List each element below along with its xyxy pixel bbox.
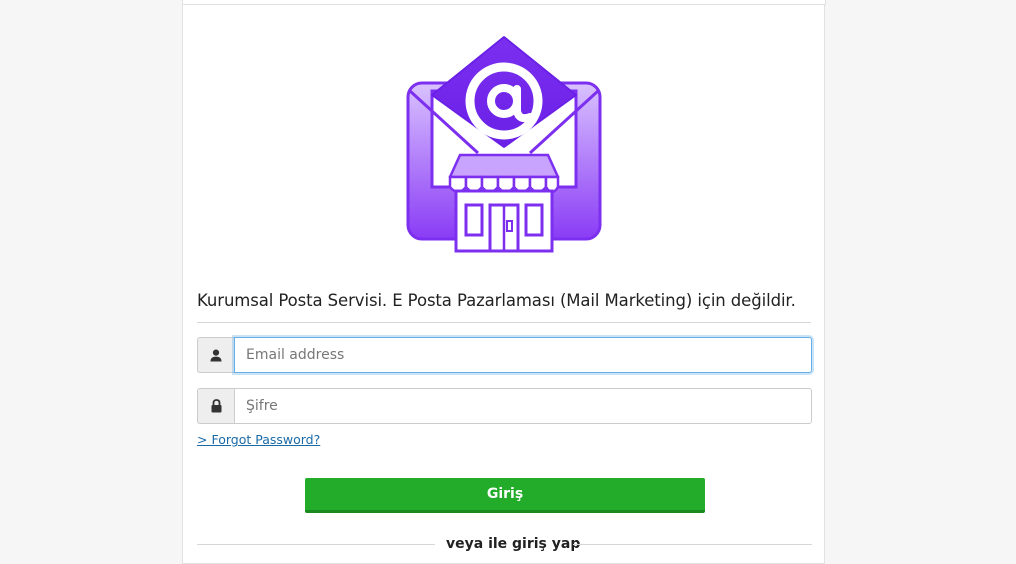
divider-left <box>197 544 435 545</box>
login-button[interactable]: Giriş <box>305 478 705 513</box>
alt-login-label: veya ile giriş yap <box>446 536 581 552</box>
email-addon <box>197 337 234 373</box>
email-input[interactable] <box>234 337 812 373</box>
divider <box>197 322 811 323</box>
divider-right <box>573 544 812 545</box>
password-addon <box>197 388 234 424</box>
service-tagline: Kurumsal Posta Servisi. E Posta Pazarlam… <box>197 291 796 310</box>
user-icon <box>210 349 222 361</box>
mail-store-logo-icon <box>406 36 602 253</box>
email-input-group <box>197 337 812 373</box>
password-input-group <box>197 388 812 424</box>
forgot-password-link[interactable]: > Forgot Password? <box>197 432 320 447</box>
lock-icon <box>211 399 221 413</box>
password-input[interactable] <box>234 388 812 424</box>
